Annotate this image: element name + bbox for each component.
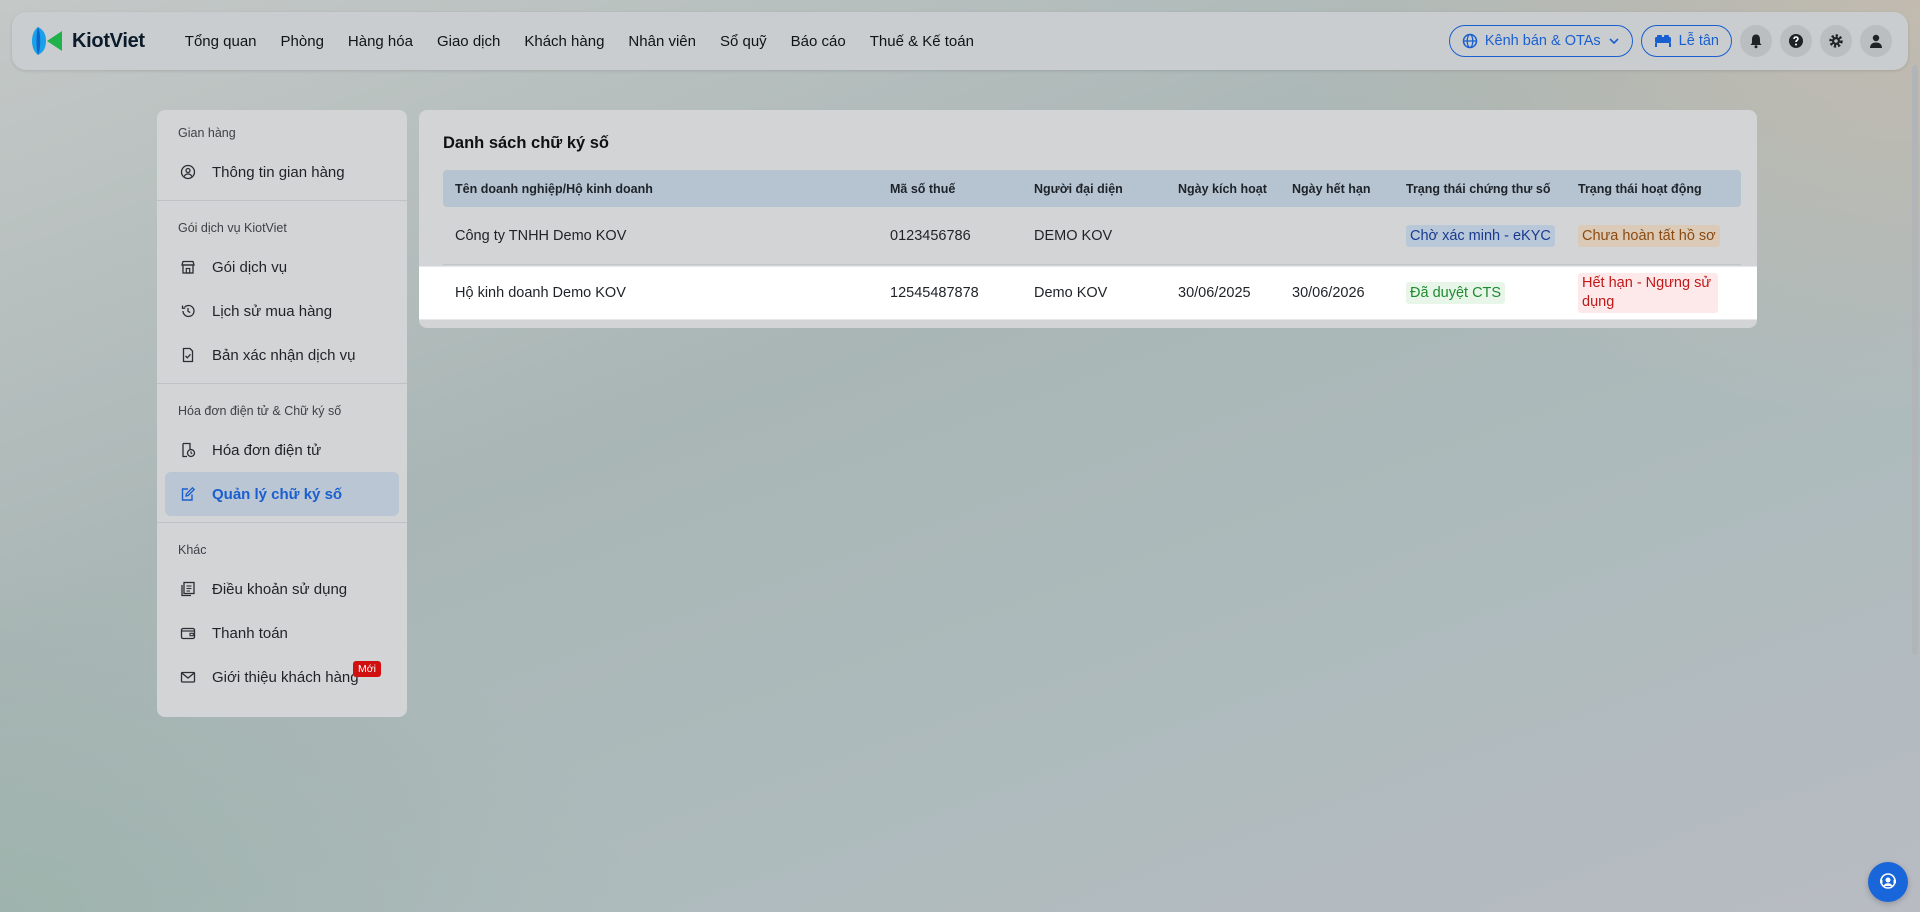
history-icon (178, 301, 198, 321)
sidebar-item-label: Hóa đơn điện tử (212, 441, 322, 459)
sidebar-item-thong-tin-gian-hang[interactable]: Thông tin gian hàng (165, 150, 399, 194)
wallet-icon (178, 623, 198, 643)
sidebar-item-label: Giới thiệu khách hàng (212, 668, 359, 686)
sidebar-item-label: Quản lý chữ ký số (212, 485, 343, 503)
sidebar-item-ban-xac-nhan-dich-vu[interactable]: Bản xác nhận dịch vụ (165, 333, 399, 377)
nav-phong[interactable]: Phòng (269, 33, 336, 50)
signature-edit-icon (178, 484, 198, 504)
header-actions: Kênh bán & OTAs Lễ tân (1448, 25, 1892, 57)
logo-text: KiotViet (72, 29, 145, 52)
table-row[interactable]: Công ty TNHH Demo KOV 0123456786 DEMO KO… (443, 207, 1741, 265)
main-nav: Tổng quan Phòng Hàng hóa Giao dịch Khách… (173, 33, 986, 50)
cell-name: Công ty TNHH Demo KOV (455, 227, 627, 244)
sidebar-item-thanh-toan[interactable]: Thanh toán (165, 611, 399, 655)
signature-table: Tên doanh nghiệp/Hộ kinh doanh Mã số thu… (443, 170, 1741, 265)
group-title-khac: Khác (178, 543, 207, 557)
store-icon (178, 257, 198, 277)
table-row-highlighted[interactable]: Hộ kinh doanh Demo KOV 12545487878 Demo … (419, 266, 1757, 320)
invoice-clock-icon (178, 440, 198, 460)
reception-button[interactable]: Lễ tân (1640, 25, 1732, 57)
divider (157, 383, 407, 384)
sidebar-item-label: Thanh toán (212, 624, 288, 642)
nav-khach-hang[interactable]: Khách hàng (512, 33, 616, 50)
divider (157, 200, 407, 201)
account-button[interactable] (1860, 25, 1892, 57)
settings-sidebar: Gian hàng Thông tin gian hàng Gói dịch v… (157, 110, 407, 717)
sidebar-item-goi-dich-vu[interactable]: Gói dịch vụ (165, 245, 399, 289)
nav-bao-cao[interactable]: Báo cáo (779, 33, 858, 50)
sidebar-item-label: Gói dịch vụ (212, 258, 288, 276)
nav-so-quy[interactable]: Sổ quỹ (708, 33, 779, 50)
col-header-representative[interactable]: Người đại diện (1022, 182, 1166, 196)
sidebar-item-quan-ly-chu-ky-so[interactable]: Quản lý chữ ký số (165, 472, 399, 516)
col-header-name[interactable]: Tên doanh nghiệp/Hộ kinh doanh (443, 182, 878, 196)
col-header-cert-status[interactable]: Trạng thái chứng thư số (1394, 182, 1568, 196)
sidebar-item-dieu-khoan[interactable]: Điều khoản sử dụng (165, 567, 399, 611)
gear-icon (1829, 34, 1843, 48)
status-badge: Đã duyệt CTS (1406, 282, 1506, 304)
chevron-down-icon (1609, 38, 1619, 45)
page-scrollbar[interactable] (1912, 65, 1918, 655)
top-header: KiotViet Tổng quan Phòng Hàng hóa Giao d… (12, 12, 1908, 70)
user-circle-icon (178, 162, 198, 182)
globe-icon (1462, 33, 1478, 49)
col-header-activity-status[interactable]: Trạng thái hoạt động (1568, 182, 1738, 196)
group-title-hoa-don-chu-ky: Hóa đơn điện tử & Chữ ký số (178, 404, 342, 418)
nav-tong-quan[interactable]: Tổng quan (173, 33, 269, 50)
signature-list-card: Danh sách chữ ký số Tên doanh nghiệp/Hộ … (419, 110, 1757, 328)
settings-button[interactable] (1820, 25, 1852, 57)
nav-thue-ke-toan[interactable]: Thuế & Kế toán (858, 33, 986, 50)
sidebar-item-lich-su-mua-hang[interactable]: Lịch sử mua hàng (165, 289, 399, 333)
cell-cert-status: Chờ xác minh - eKYC (1394, 224, 1568, 247)
support-chat-button[interactable] (1868, 862, 1908, 902)
reception-label: Lễ tân (1678, 33, 1719, 49)
logo[interactable]: KiotViet (30, 24, 145, 58)
col-header-tax-code[interactable]: Mã số thuế (878, 182, 1022, 196)
sidebar-item-label: Lịch sử mua hàng (212, 302, 333, 320)
cell-representative: DEMO KOV (1034, 227, 1113, 244)
sidebar-item-label: Điều khoản sử dụng (212, 580, 348, 598)
cell-expires: 30/06/2026 (1292, 285, 1365, 301)
document-check-icon (178, 345, 198, 365)
cell-name: Hộ kinh doanh Demo KOV (455, 285, 626, 301)
kiotviet-logo-icon (32, 27, 62, 55)
group-title-goi-dich-vu: Gói dịch vụ KiotViet (178, 221, 287, 235)
group-title-gian-hang: Gian hàng (178, 126, 236, 140)
user-icon (1870, 34, 1882, 48)
status-badge: Chờ xác minh - eKYC (1406, 224, 1555, 247)
col-header-expires[interactable]: Ngày hết hạn (1280, 182, 1394, 196)
channels-label: Kênh bán & OTAs (1484, 33, 1601, 49)
divider (157, 522, 407, 523)
sidebar-item-label: Bản xác nhận dịch vụ (212, 346, 356, 364)
bell-icon (1750, 34, 1762, 49)
sidebar-item-label: Thông tin gian hàng (212, 163, 345, 181)
nav-hang-hoa[interactable]: Hàng hóa (336, 33, 425, 50)
cell-tax-code: 12545487878 (890, 285, 979, 301)
new-badge: Mới (353, 661, 381, 677)
page-title: Danh sách chữ ký số (443, 134, 610, 152)
table-header: Tên doanh nghiệp/Hộ kinh doanh Mã số thu… (443, 170, 1741, 207)
mail-icon (178, 667, 198, 687)
channels-dropdown[interactable]: Kênh bán & OTAs (1448, 25, 1633, 57)
notifications-button[interactable] (1740, 25, 1772, 57)
sidebar-item-hoa-don-dien-tu[interactable]: Hóa đơn điện tử (165, 428, 399, 472)
cell-activity-status: Hết hạn - Ngưng sử dụng (1568, 273, 1718, 313)
nav-nhan-vien[interactable]: Nhân viên (616, 33, 708, 50)
cell-cert-status: Đã duyệt CTS (1394, 282, 1568, 304)
terms-document-icon (178, 579, 198, 599)
cell-activity-status: Chưa hoàn tất hồ sơ (1568, 224, 1738, 247)
cell-activated: 30/06/2025 (1178, 285, 1251, 301)
status-badge: Chưa hoàn tất hồ sơ (1578, 224, 1720, 247)
nav-giao-dich[interactable]: Giao dịch (425, 33, 512, 50)
bed-icon (1654, 35, 1671, 47)
col-header-activated[interactable]: Ngày kích hoạt (1166, 182, 1280, 196)
help-button[interactable] (1780, 25, 1812, 57)
question-icon (1789, 34, 1803, 48)
cell-representative: Demo KOV (1034, 285, 1108, 301)
support-headset-icon (1880, 873, 1896, 889)
status-badge: Hết hạn - Ngưng sử dụng (1578, 273, 1718, 313)
cell-tax-code: 0123456786 (890, 227, 971, 244)
